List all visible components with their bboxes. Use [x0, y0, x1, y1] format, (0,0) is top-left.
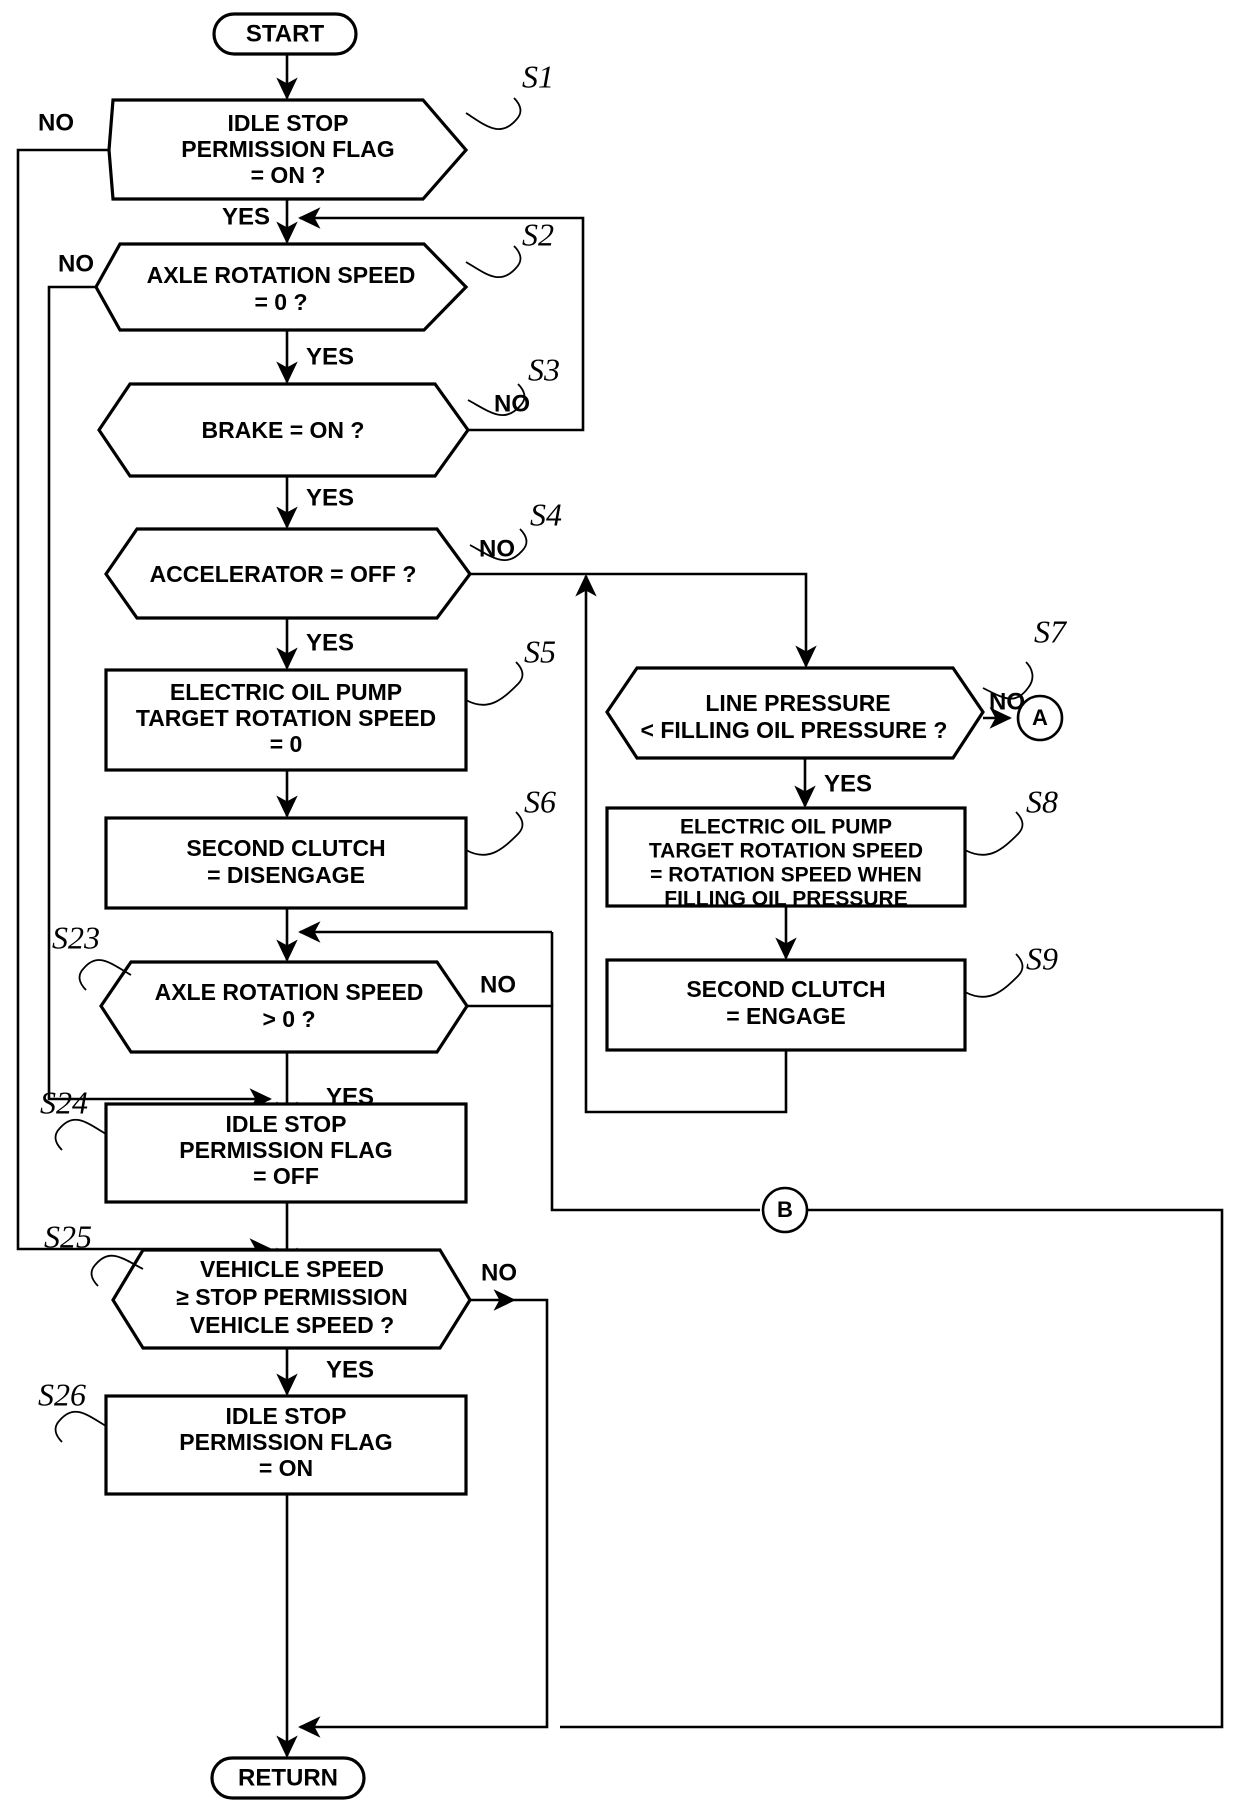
node-s25-line-2: ≥ STOP PERMISSION: [176, 1284, 408, 1310]
terminal-return-label: RETURN: [238, 1764, 338, 1791]
node-s8-line-1: ELECTRIC OIL PUMP: [680, 816, 892, 839]
branch-s7-yes: YES: [824, 770, 872, 797]
branch-s1-yes: YES: [222, 203, 270, 230]
node-s2-line-2: = 0 ?: [254, 289, 307, 315]
step-label-s23: S23: [52, 919, 100, 955]
step-label-s9: S9: [1026, 940, 1058, 976]
terminal-start-label: START: [246, 20, 325, 47]
node-s24-line-1: IDLE STOP: [226, 1111, 347, 1137]
step-label-s5: S5: [524, 633, 556, 669]
connector-b: B: [761, 1186, 809, 1234]
node-s2-line-1: AXLE ROTATION SPEED: [147, 262, 416, 288]
node-s26-line-3: = ON: [259, 1455, 313, 1481]
leader-s8: [964, 811, 1024, 856]
step-label-s3: S3: [528, 351, 560, 387]
node-s8: ELECTRIC OIL PUMP TARGET ROTATION SPEED …: [605, 806, 967, 911]
leader-s2: [465, 245, 522, 279]
node-s23-line-1: AXLE ROTATION SPEED: [155, 979, 424, 1005]
node-s1-line-2: PERMISSION FLAG: [181, 136, 394, 162]
step-label-s2: S2: [522, 216, 554, 252]
node-s25-line-3: VEHICLE SPEED ?: [190, 1312, 394, 1338]
node-s8-line-2: TARGET ROTATION SPEED: [649, 840, 923, 863]
node-s4-line-1: ACCELERATOR = OFF ?: [150, 561, 417, 587]
connector-a-label: A: [1032, 705, 1048, 730]
connector-a: A: [1016, 694, 1064, 742]
node-s3-line-1: BRAKE = ON ?: [202, 417, 365, 443]
node-s23-line-2: > 0 ?: [262, 1006, 315, 1032]
node-s25-line-1: VEHICLE SPEED: [200, 1256, 384, 1282]
branch-s3-yes: YES: [306, 484, 354, 511]
node-s3: BRAKE = ON ?: [97, 382, 470, 478]
node-s24-line-3: = OFF: [253, 1163, 319, 1189]
node-s26-line-1: IDLE STOP: [226, 1403, 347, 1429]
node-s1-line-1: IDLE STOP: [228, 110, 349, 136]
branch-s2-yes: YES: [306, 343, 354, 370]
step-label-s1: S1: [522, 58, 554, 94]
step-label-s8: S8: [1026, 783, 1058, 819]
step-label-s26: S26: [38, 1376, 86, 1412]
leader-s1: [465, 97, 522, 130]
branch-s23-no: NO: [480, 971, 516, 998]
node-s4: ACCELERATOR = OFF ?: [104, 527, 472, 620]
edge-s4-no-to-s7: [470, 572, 817, 668]
node-s5-line-2: TARGET ROTATION SPEED: [136, 705, 436, 731]
node-s9-line-1: SECOND CLUTCH: [686, 976, 885, 1002]
terminal-start: START: [212, 12, 358, 56]
branch-s2-no: NO: [58, 250, 94, 277]
node-s2: AXLE ROTATION SPEED = 0 ?: [94, 242, 469, 332]
node-s26: IDLE STOP PERMISSION FLAG = ON: [104, 1394, 468, 1496]
branch-s25-yes: YES: [326, 1356, 374, 1383]
step-label-s4: S4: [530, 496, 562, 532]
node-s5-line-1: ELECTRIC OIL PUMP: [170, 679, 402, 705]
node-s23: AXLE ROTATION SPEED > 0 ?: [99, 960, 469, 1054]
node-s5-line-3: = 0: [270, 731, 303, 757]
branch-s4-yes: YES: [306, 629, 354, 656]
node-s24: IDLE STOP PERMISSION FLAG = OFF: [104, 1102, 468, 1204]
node-s7-line-1: LINE PRESSURE: [705, 690, 890, 716]
terminal-return: RETURN: [210, 1756, 366, 1800]
node-s24-line-2: PERMISSION FLAG: [179, 1137, 392, 1163]
step-label-s6: S6: [524, 783, 556, 819]
branch-s3-no: NO: [494, 390, 530, 417]
node-s9: SECOND CLUTCH = ENGAGE: [605, 958, 967, 1052]
node-s26-line-2: PERMISSION FLAG: [179, 1429, 392, 1455]
flowchart-svg: START IDLE STOP PERMISSION FLAG = ON ? S…: [16, 12, 1224, 1800]
node-s8-line-3: = ROTATION SPEED WHEN: [650, 864, 922, 887]
step-label-s24: S24: [40, 1084, 88, 1120]
edge-connector-b-rail: [560, 1208, 1224, 1729]
branch-s25-no: NO: [481, 1259, 517, 1286]
step-label-s25: S25: [44, 1218, 92, 1254]
node-s9-line-2: = ENGAGE: [726, 1003, 846, 1029]
node-s1-line-3: = ON ?: [251, 162, 326, 188]
node-s5: ELECTRIC OIL PUMP TARGET ROTATION SPEED …: [104, 668, 468, 772]
leader-s26: [54, 1410, 107, 1443]
leader-s24: [54, 1118, 107, 1151]
branch-s1-no: NO: [38, 109, 74, 136]
node-s6-line-1: SECOND CLUTCH: [186, 835, 385, 861]
node-s6: SECOND CLUTCH = DISENGAGE: [104, 816, 468, 910]
flowchart-canvas: START IDLE STOP PERMISSION FLAG = ON ? S…: [0, 0, 1240, 1813]
leader-s6: [465, 811, 524, 856]
node-s7-line-2: < FILLING OIL PRESSURE ?: [641, 717, 948, 743]
node-s25: VEHICLE SPEED ≥ STOP PERMISSION VEHICLE …: [111, 1248, 472, 1350]
step-label-s7: S7: [1034, 613, 1068, 649]
node-s1: IDLE STOP PERMISSION FLAG = ON ?: [107, 98, 469, 201]
node-s6-line-2: = DISENGAGE: [207, 862, 365, 888]
connector-b-label: B: [777, 1197, 793, 1222]
branch-s4-no: NO: [479, 535, 515, 562]
leader-s5: [465, 661, 524, 706]
leader-s9: [964, 953, 1024, 998]
node-s7: LINE PRESSURE < FILLING OIL PRESSURE ?: [605, 666, 985, 760]
